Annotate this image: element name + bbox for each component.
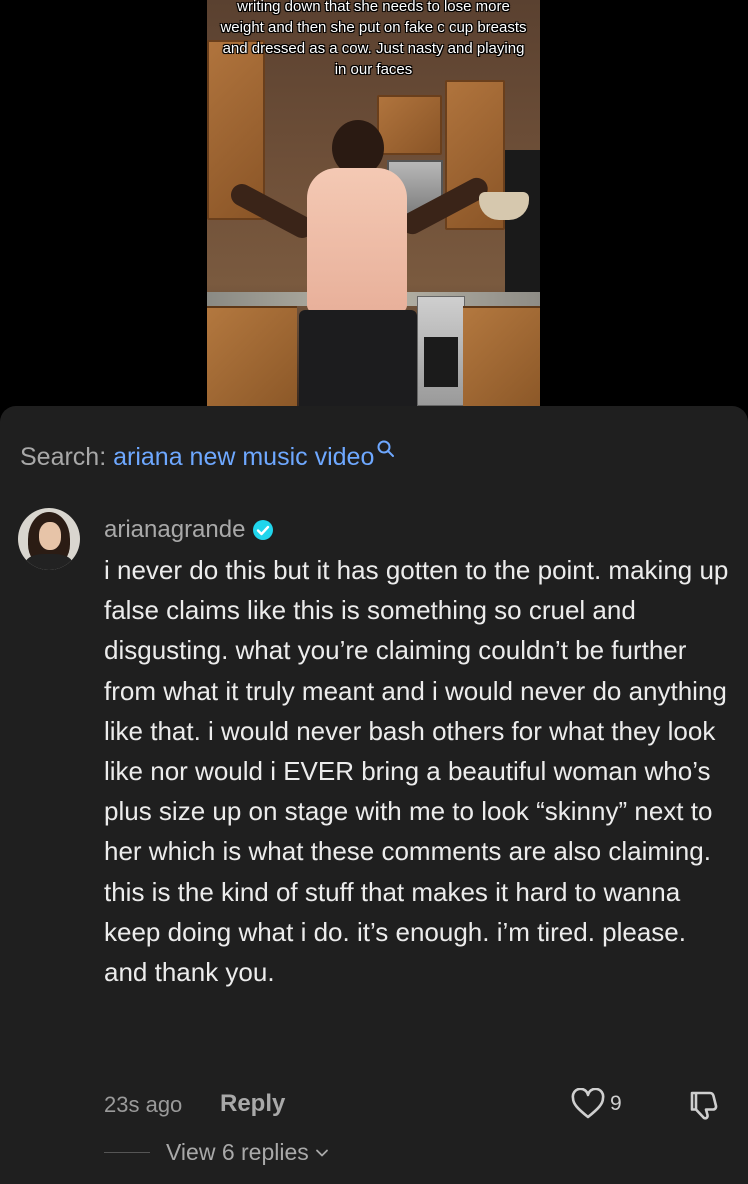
search-suggestion[interactable]: Search: ariana new music video	[20, 439, 396, 472]
video-player[interactable]: writing down that she needs to lose more…	[0, 0, 748, 406]
chevron-down-icon[interactable]	[314, 1145, 330, 1161]
avatar[interactable]	[18, 508, 80, 570]
avatar-body	[26, 554, 72, 570]
avatar-face	[39, 522, 61, 550]
like-count: 9	[610, 1092, 622, 1115]
like-button[interactable]: 9	[570, 1088, 622, 1120]
view-replies-label[interactable]: View 6 replies	[166, 1139, 309, 1166]
comments-panel: Search: ariana new music video arianagra…	[0, 406, 748, 1184]
lower-cabinet	[207, 306, 297, 406]
heart-icon[interactable]	[570, 1088, 606, 1120]
comment-timestamp: 23s ago	[104, 1092, 183, 1117]
comment-header: arianagrande	[104, 516, 274, 544]
username[interactable]: arianagrande	[104, 516, 245, 544]
lower-cabinet	[463, 306, 540, 406]
kitchen-cabinet	[377, 95, 442, 155]
oven	[417, 296, 465, 406]
dislike-icon[interactable]	[686, 1088, 720, 1122]
search-suggestion-link[interactable]: ariana new music video	[113, 443, 374, 471]
verified-badge-icon	[253, 520, 274, 540]
search-icon[interactable]	[376, 439, 396, 459]
search-prefix-label: Search:	[20, 443, 114, 471]
comment-text: i never do this but it has gotten to the…	[104, 555, 729, 988]
divider	[104, 1152, 150, 1153]
person-legs	[299, 310, 417, 406]
video-caption-overlay: writing down that she needs to lose more…	[220, 0, 527, 78]
person-torso	[307, 168, 407, 313]
view-replies-button[interactable]: View 6 replies	[104, 1139, 330, 1166]
comment-actions: 23s ago Reply 9	[104, 1088, 724, 1120]
video-frame[interactable]: writing down that she needs to lose more…	[207, 0, 540, 406]
reply-button[interactable]: Reply	[220, 1090, 285, 1118]
oven-window	[424, 337, 458, 387]
